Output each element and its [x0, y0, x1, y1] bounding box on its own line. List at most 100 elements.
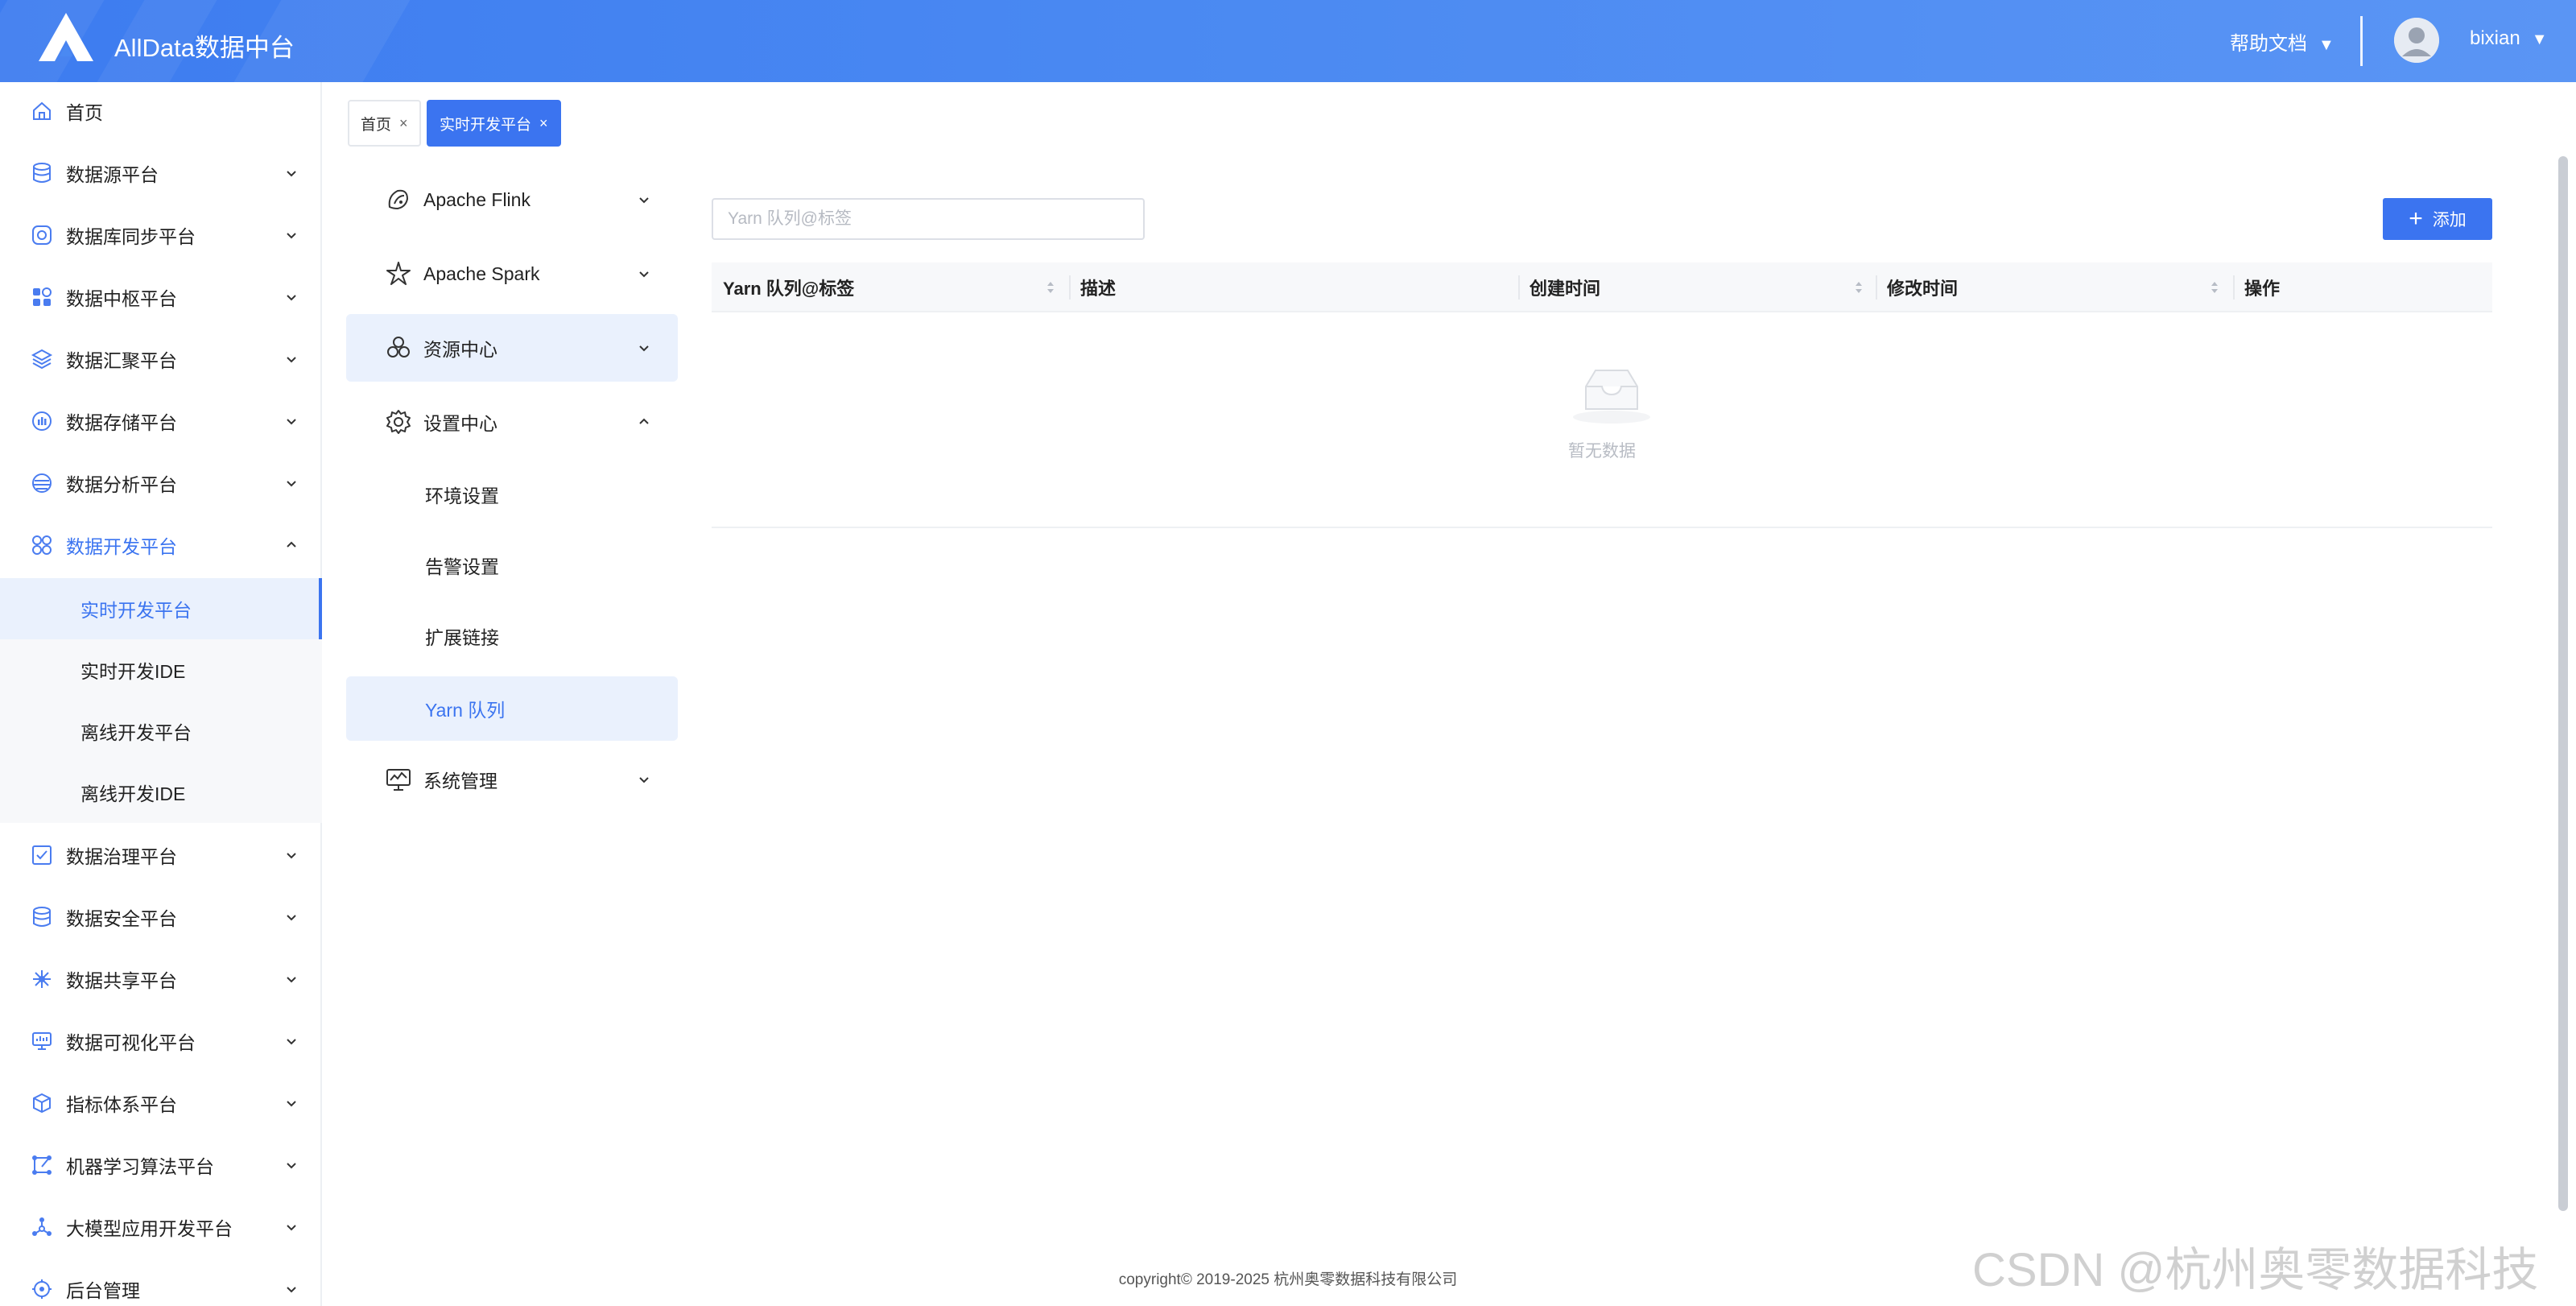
chevron-down-icon: [287, 1225, 296, 1231]
analysis-icon: [32, 473, 52, 493]
submenu-item-resource-center[interactable]: 资源中心: [346, 314, 678, 382]
chevron-down-icon: [287, 233, 296, 239]
submenu-item-label: 设置中心: [423, 413, 497, 434]
governance-icon: [32, 845, 52, 865]
column-header-queue[interactable]: Yarn 队列@标签: [723, 262, 854, 312]
sidebar-subitem-label: 离线开发平台: [80, 722, 192, 743]
chevron-down-icon: [639, 777, 649, 783]
sidebar-item-data-visual[interactable]: 数据可视化平台: [0, 1012, 320, 1070]
sidebar-subitem-label: 实时开发平台: [80, 600, 192, 621]
column-header-created[interactable]: 创建时间: [1530, 262, 1600, 312]
sync-icon: [32, 225, 52, 245]
app-title[interactable]: AllData数据中台: [114, 27, 295, 64]
header-divider: [2360, 16, 2363, 66]
sidebar-item-label: 数据库同步平台: [66, 226, 196, 247]
username-label: bixian: [2470, 27, 2520, 49]
tab-realtime-platform[interactable]: 实时开发平台 ×: [427, 100, 561, 147]
sidebar-item-label: 大模型应用开发平台: [66, 1218, 233, 1239]
sidebar-item-label: 数据分析平台: [66, 474, 177, 495]
watermark: CSDN @杭州奥零数据科技: [1972, 1244, 2539, 1296]
sidebar-subitem-offline-ide[interactable]: 离线开发IDE: [0, 762, 322, 823]
sidebar-item-data-analysis[interactable]: 数据分析平台: [0, 454, 320, 512]
sidebar-item-label: 数据可视化平台: [66, 1032, 196, 1053]
sidebar-item-data-storage[interactable]: 数据存储平台: [0, 392, 320, 450]
sidebar-item-label: 数据治理平台: [66, 846, 177, 867]
sidebar-item-ml[interactable]: 机器学习算法平台: [0, 1136, 320, 1194]
sidebar-item-label: 数据汇聚平台: [66, 350, 177, 371]
chevron-up-icon: [287, 541, 296, 548]
sidebar-item-data-share[interactable]: 数据共享平台: [0, 950, 320, 1008]
chevron-down-icon: [287, 357, 296, 363]
chevron-down-icon: [287, 481, 296, 487]
submenu-subitem-env-settings[interactable]: 环境设置: [346, 462, 678, 527]
visual-icon: [32, 1032, 52, 1050]
vertical-scrollbar[interactable]: [2558, 156, 2568, 1211]
user-menu[interactable]: bixian ▼: [2470, 27, 2548, 50]
tab-home[interactable]: 首页 ×: [348, 100, 421, 147]
tabs-bar: 首页 × 实时开发平台 ×: [322, 82, 2576, 163]
table-empty-state: 暂无数据: [712, 314, 2492, 528]
chevron-down-icon: [639, 345, 649, 352]
chevron-down-icon: [287, 171, 296, 177]
sort-icon[interactable]: [1853, 279, 1864, 296]
submenu-subitem-alert-settings[interactable]: 告警设置: [346, 533, 678, 597]
sidebar-item-label: 数据中枢平台: [66, 288, 177, 309]
sidebar-item-label: 首页: [66, 102, 103, 123]
sidebar-item-metrics[interactable]: 指标体系平台: [0, 1074, 320, 1132]
logo-icon: [39, 13, 93, 61]
sidebar-subitem-realtime-ide[interactable]: 实时开发IDE: [0, 639, 322, 701]
resource-icon: [387, 337, 410, 357]
sidebar-item-llm[interactable]: 大模型应用开发平台: [0, 1198, 320, 1256]
submenu-subitem-yarn-queue[interactable]: Yarn 队列: [346, 676, 678, 741]
sort-icon[interactable]: [1045, 279, 1056, 296]
column-divider: [1518, 275, 1520, 300]
sidebar-item-label: 后台管理: [66, 1280, 140, 1301]
sidebar-subitem-realtime-platform[interactable]: 实时开发平台: [0, 578, 322, 639]
chevron-down-icon: [287, 419, 296, 425]
add-button[interactable]: + 添加: [2383, 198, 2492, 240]
sidebar-item-label: 数据共享平台: [66, 970, 177, 991]
column-divider: [1069, 275, 1071, 300]
submenu-item-settings-center[interactable]: 设置中心: [346, 388, 678, 456]
sidebar-subitem-offline-platform[interactable]: 离线开发平台: [0, 701, 322, 762]
sidebar-item-datasource[interactable]: 数据源平台: [0, 144, 320, 202]
column-divider: [2233, 275, 2235, 300]
avatar[interactable]: [2394, 18, 2439, 63]
footer-copyright: copyright© 2019-2025 杭州奥零数据科技有限公司: [1118, 1271, 1458, 1288]
sidebar-item-admin[interactable]: 后台管理: [0, 1260, 320, 1306]
submenu-item-system-management[interactable]: 系统管理: [346, 746, 678, 813]
add-button-label: 添加: [2432, 211, 2467, 229]
sidebar-item-data-governance[interactable]: 数据治理平台: [0, 826, 320, 884]
cube-icon: [33, 1093, 51, 1114]
close-icon[interactable]: ×: [539, 115, 548, 132]
submenu-item-flink[interactable]: Apache Flink: [346, 166, 678, 234]
sidebar-item-label: 机器学习算法平台: [66, 1156, 214, 1177]
close-icon[interactable]: ×: [399, 115, 408, 132]
column-header-description[interactable]: 描述: [1080, 262, 1116, 312]
admin-icon: [32, 1279, 52, 1299]
caret-down-icon: ▼: [2531, 31, 2548, 48]
search-input[interactable]: [712, 198, 1145, 240]
submenu-subitem-extension-links[interactable]: 扩展链接: [346, 604, 678, 668]
sidebar-item-label: 数据开发平台: [66, 536, 177, 557]
submenu-item-spark[interactable]: Apache Spark: [346, 240, 678, 308]
chevron-down-icon: [287, 1101, 296, 1107]
home-icon: [33, 101, 51, 120]
dev-icon: [32, 535, 52, 555]
sidebar-item-data-convergence[interactable]: 数据汇聚平台: [0, 330, 320, 388]
help-docs-menu[interactable]: 帮助文档 ▼: [2230, 27, 2334, 56]
sidebar-item-home[interactable]: 首页: [0, 82, 320, 140]
sidebar-item-data-security[interactable]: 数据安全平台: [0, 888, 320, 946]
chevron-down-icon: [287, 1287, 296, 1293]
chevron-down-icon: [287, 977, 296, 983]
sidebar-item-data-dev[interactable]: 数据开发平台: [0, 516, 320, 574]
chevron-down-icon: [287, 915, 296, 921]
column-header-modified[interactable]: 修改时间: [1887, 262, 1958, 312]
sidebar-subitem-label: 离线开发IDE: [80, 783, 186, 804]
submenu-item-label: Apache Spark: [423, 262, 540, 284]
plus-icon: +: [2409, 205, 2423, 232]
tab-label: 实时开发平台: [440, 116, 532, 134]
sidebar-item-db-sync[interactable]: 数据库同步平台: [0, 206, 320, 264]
sidebar-item-data-hub[interactable]: 数据中枢平台: [0, 268, 320, 326]
sort-icon[interactable]: [2209, 279, 2220, 296]
